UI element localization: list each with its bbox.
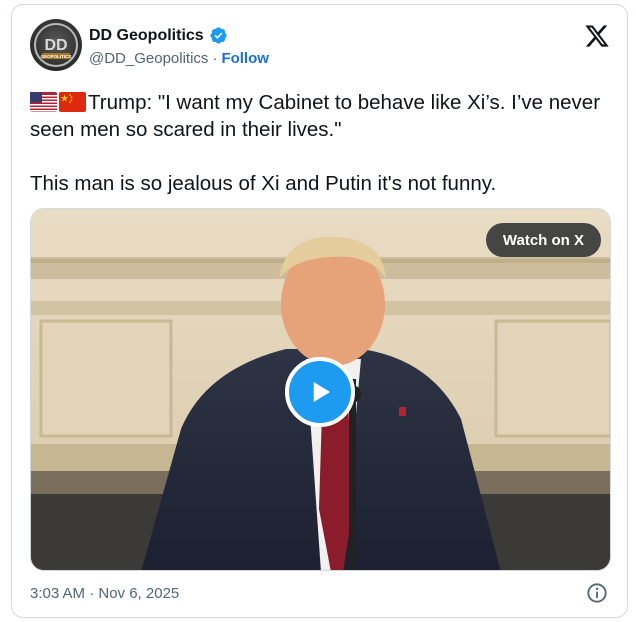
tweet-line-2: This man is so jealous of Xi and Putin i… xyxy=(30,172,497,195)
name-row: DD Geopolitics xyxy=(89,26,228,45)
avatar-text: DD xyxy=(44,37,67,54)
handle[interactable]: @DD_Geopolitics xyxy=(89,50,208,67)
tweet-card: DD GEOPOLITICS DD Geopolitics @DD_Geopol… xyxy=(11,4,628,618)
handle-row: @DD_Geopolitics · Follow xyxy=(89,50,269,67)
play-button[interactable] xyxy=(285,357,355,427)
separator: · xyxy=(212,50,218,67)
tweet-line-1-text: Trump: "I want my Cabinet to behave like… xyxy=(30,91,601,141)
follow-button[interactable]: Follow xyxy=(221,50,269,67)
avatar-logo: DD GEOPOLITICS xyxy=(34,23,78,67)
display-name[interactable]: DD Geopolitics xyxy=(89,27,204,45)
avatar[interactable]: DD GEOPOLITICS xyxy=(30,19,82,71)
video-player[interactable]: Watch on X xyxy=(30,208,611,571)
tweet-text: Trump: "I want my Cabinet to behave like… xyxy=(30,89,610,197)
watch-on-x-button[interactable]: Watch on X xyxy=(485,223,601,257)
info-icon[interactable] xyxy=(586,582,608,604)
avatar-subtext: GEOPOLITICS xyxy=(41,54,72,59)
us-flag-icon xyxy=(30,92,57,112)
tweet-line-1: Trump: "I want my Cabinet to behave like… xyxy=(30,89,610,143)
verified-badge-icon xyxy=(210,27,227,44)
china-flag-icon xyxy=(59,92,86,112)
x-logo-icon[interactable] xyxy=(584,23,610,49)
play-icon xyxy=(313,382,330,402)
timestamp[interactable]: 3:03 AM · Nov 6, 2025 xyxy=(30,585,179,602)
